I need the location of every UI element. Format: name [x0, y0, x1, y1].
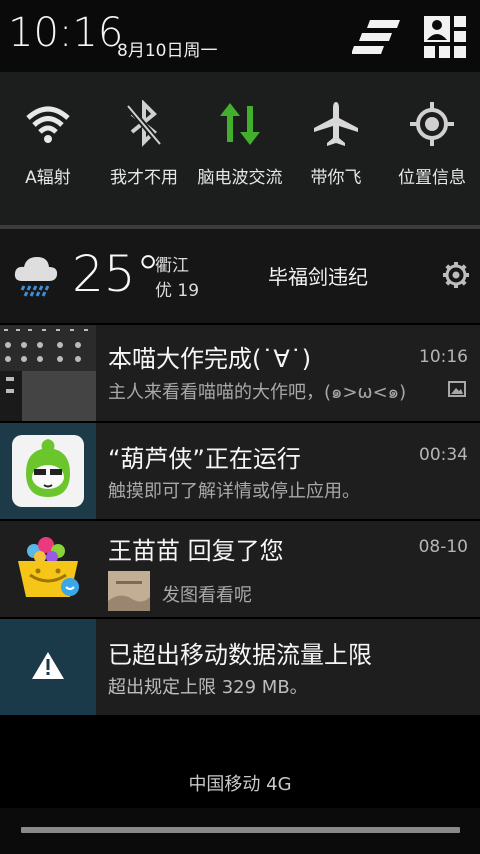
toggle-label: 我才不用 [110, 168, 178, 188]
notification-title: 本喵大作完成(˙∀˙) [108, 345, 312, 373]
notification-item[interactable]: 已超出移动数据流量上限 超出规定上限 329 MB。 [0, 619, 480, 715]
notification-time: 00:34 [419, 445, 468, 465]
cloud-rain-icon [14, 257, 58, 297]
profile-grid-icon [424, 16, 466, 58]
clear-all-icon [351, 20, 400, 54]
toggle-bluetooth[interactable]: 我才不用 [96, 72, 192, 222]
airplane-icon [314, 102, 358, 146]
toggle-airplane[interactable]: 带你飞 [288, 72, 384, 222]
carrier-label: 中国移动 4G [188, 774, 292, 795]
notification-text: 触摸即可了解详情或停止应用。 [108, 481, 360, 502]
sync-icon [220, 103, 260, 145]
toggle-sync[interactable]: 脑电波交流 [192, 72, 288, 222]
toggle-location[interactable]: 位置信息 [384, 72, 480, 222]
toggle-label: A辐射 [25, 168, 71, 188]
warning-app-icon [0, 619, 96, 715]
toggle-label: 带你飞 [310, 168, 362, 188]
temperature: 25° [72, 245, 161, 303]
notification-time: 10:16 [419, 347, 468, 367]
clock: 10:16 [8, 10, 124, 56]
gear-icon[interactable] [442, 261, 470, 289]
date: 8月10日周一 [117, 41, 218, 61]
bluetooth-icon [125, 100, 163, 147]
notification-item[interactable]: “葫芦侠”正在运行 00:34 触摸即可了解详情或停止应用。 [0, 423, 480, 519]
weather-headline: 毕福剑违纪 [268, 265, 368, 289]
notification-title: “葫芦侠”正在运行 [108, 445, 301, 473]
clear-notifications-button[interactable] [351, 18, 404, 58]
image-thumbnail [108, 571, 150, 611]
huluxia-app-icon [0, 423, 96, 519]
wifi-icon [26, 106, 70, 143]
air-quality: 优 19 [155, 281, 200, 301]
screenshot-thumbnail [0, 325, 96, 421]
toggle-wifi[interactable]: A辐射 [0, 72, 96, 222]
location-icon [410, 102, 454, 146]
notification-text: 发图看看呢 [162, 585, 252, 606]
notification-text: 主人来看看喵喵的大作吧，(๑>ω<๑) [108, 382, 407, 403]
warning-icon [32, 652, 64, 679]
toggle-label: 脑电波交流 [197, 168, 283, 188]
notification-item[interactable]: 王苗苗 回复了您 08-10 发图看看呢 [0, 521, 480, 617]
status-header: 10:16 8月10日周一 [0, 0, 480, 72]
drag-handle[interactable] [21, 827, 460, 833]
notification-text: 超出规定上限 329 MB。 [108, 677, 308, 698]
image-icon [448, 381, 466, 397]
gift-basket-app-icon [0, 521, 96, 617]
notification-title: 已超出移动数据流量上限 [108, 641, 372, 669]
settings-grid-button[interactable] [424, 16, 466, 58]
toggle-label: 位置信息 [398, 168, 466, 188]
drag-handle-area[interactable] [0, 808, 480, 854]
weather-widget[interactable]: 25° 衢江 优 19 毕福剑违纪 [0, 229, 480, 324]
quick-settings-panel: A辐射 我才不用 脑电波交流 带你飞 位置信息 [0, 72, 480, 225]
notification-item[interactable]: 本喵大作完成(˙∀˙) 10:16 主人来看看喵喵的大作吧，(๑>ω<๑) [0, 325, 480, 421]
weather-city: 衢江 [155, 256, 189, 276]
notification-title: 王苗苗 回复了您 [108, 537, 284, 565]
notification-time: 08-10 [418, 537, 468, 557]
